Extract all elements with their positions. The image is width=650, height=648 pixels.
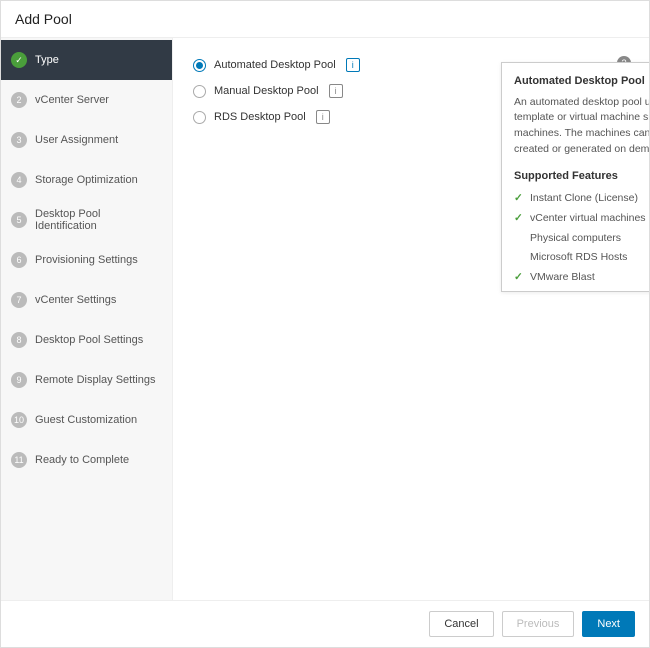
- info-popover: × Automated Desktop Pool An automated de…: [501, 62, 649, 292]
- wizard-sidebar: ✓ Type 2 vCenter Server 3 User Assignment 4…: [1, 38, 173, 600]
- step-number-icon: 11: [11, 452, 27, 468]
- dialog-footer: Cancel Previous Next: [1, 600, 649, 647]
- wizard-step-desktop-pool-identification: 5 Desktop Pool Identification: [1, 200, 172, 240]
- step-label: Desktop Pool Settings: [35, 334, 143, 346]
- option-label: Automated Desktop Pool: [214, 59, 336, 71]
- dialog-title: Add Pool: [15, 11, 72, 27]
- step-label: Remote Display Settings: [35, 374, 155, 386]
- step-label: User Assignment: [35, 134, 118, 146]
- step-number-icon: 3: [11, 132, 27, 148]
- supported-features-list: Instant Clone (License) vCenter virtual …: [514, 189, 649, 292]
- wizard-step-remote-display-settings: 9 Remote Display Settings: [1, 360, 172, 400]
- wizard-step-provisioning-settings: 6 Provisioning Settings: [1, 240, 172, 280]
- radio-icon[interactable]: [193, 111, 206, 124]
- step-label: vCenter Server: [35, 94, 109, 106]
- wizard-step-desktop-pool-settings: 8 Desktop Pool Settings: [1, 320, 172, 360]
- step-number-icon: 9: [11, 372, 27, 388]
- step-number-icon: 5: [11, 212, 27, 228]
- feature-item: VMware Blast: [514, 268, 649, 288]
- radio-icon[interactable]: [193, 85, 206, 98]
- next-button[interactable]: Next: [582, 611, 635, 637]
- wizard-step-type[interactable]: ✓ Type: [1, 40, 172, 80]
- step-label: vCenter Settings: [35, 294, 116, 306]
- step-number-icon: 10: [11, 412, 27, 428]
- feature-item: Microsoft RDS Hosts: [514, 248, 649, 268]
- step-number-icon: 2: [11, 92, 27, 108]
- feature-item: PCoIP: [514, 288, 649, 292]
- wizard-step-vcenter-settings: 7 vCenter Settings: [1, 280, 172, 320]
- wizard-step-ready-to-complete: 11 Ready to Complete: [1, 440, 172, 480]
- step-label: Storage Optimization: [35, 174, 138, 186]
- feature-item: Instant Clone (License): [514, 189, 649, 209]
- wizard-main-panel: ? Automated Desktop Pool i Manual Deskto…: [173, 38, 649, 600]
- radio-icon[interactable]: [193, 59, 206, 72]
- option-label: RDS Desktop Pool: [214, 111, 306, 123]
- step-number-icon: 4: [11, 172, 27, 188]
- feature-item: Physical computers: [514, 229, 649, 249]
- popover-description: An automated desktop pool uses a vCenter…: [514, 95, 649, 158]
- wizard-step-storage-optimization: 4 Storage Optimization: [1, 160, 172, 200]
- wizard-step-guest-customization: 10 Guest Customization: [1, 400, 172, 440]
- step-label: Type: [35, 54, 59, 66]
- info-icon[interactable]: i: [346, 58, 360, 72]
- info-icon[interactable]: i: [329, 84, 343, 98]
- step-number-icon: 6: [11, 252, 27, 268]
- info-icon[interactable]: i: [316, 110, 330, 124]
- step-number-icon: 8: [11, 332, 27, 348]
- previous-button: Previous: [502, 611, 575, 637]
- step-label: Guest Customization: [35, 414, 137, 426]
- feature-item: vCenter virtual machines: [514, 209, 649, 229]
- add-pool-dialog: Add Pool ✓ Type 2 vCenter Server 3 User Ass…: [0, 0, 650, 648]
- wizard-step-user-assignment: 3 User Assignment: [1, 120, 172, 160]
- step-label: Ready to Complete: [35, 454, 129, 466]
- popover-subheading: Supported Features: [514, 168, 649, 185]
- step-label: Provisioning Settings: [35, 254, 138, 266]
- check-icon: ✓: [11, 52, 27, 68]
- wizard-step-vcenter-server: 2 vCenter Server: [1, 80, 172, 120]
- option-label: Manual Desktop Pool: [214, 85, 319, 97]
- dialog-body: ✓ Type 2 vCenter Server 3 User Assignment 4…: [1, 38, 649, 600]
- step-label: Desktop Pool Identification: [35, 208, 162, 232]
- dialog-header: Add Pool: [1, 1, 649, 38]
- popover-title: Automated Desktop Pool: [514, 73, 649, 90]
- cancel-button[interactable]: Cancel: [429, 611, 493, 637]
- step-number-icon: 7: [11, 292, 27, 308]
